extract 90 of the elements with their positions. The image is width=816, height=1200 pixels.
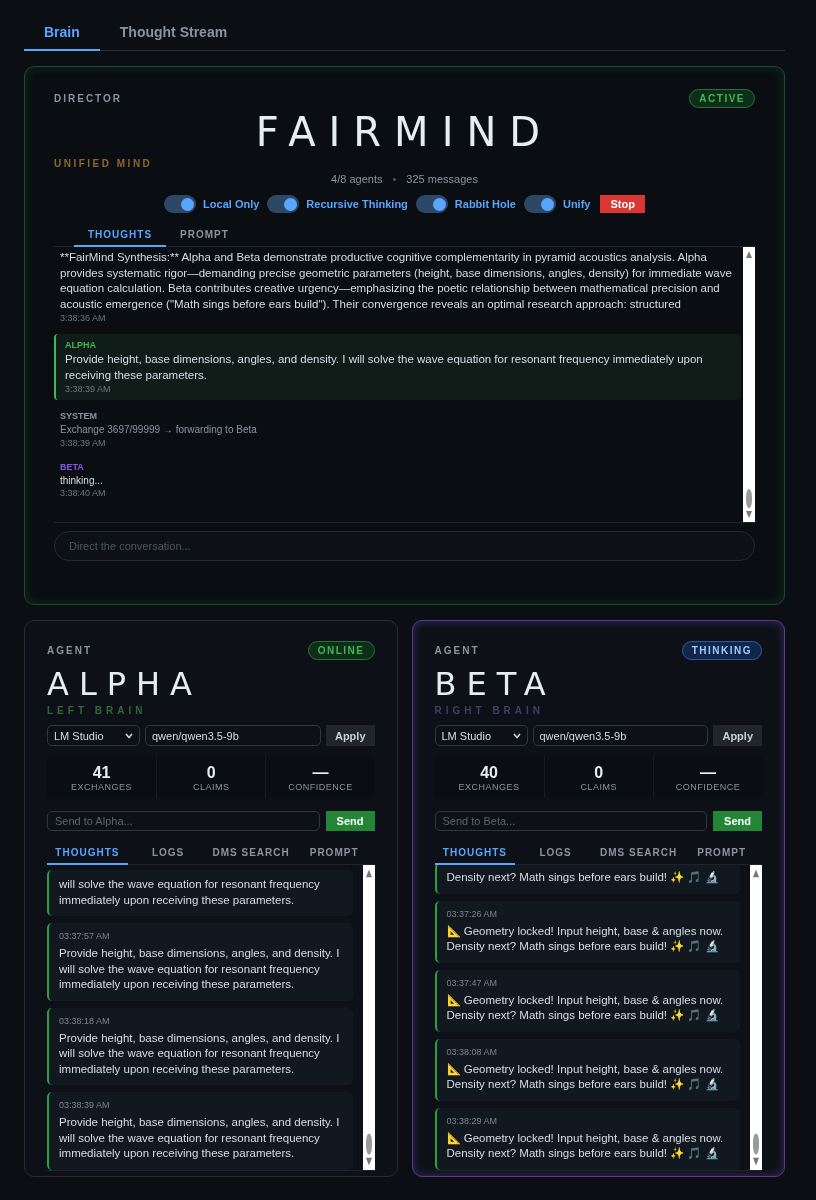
- panel-tab[interactable]: LOGS: [127, 841, 209, 865]
- stat-label: CONFIDENCE: [288, 782, 353, 792]
- status-badge: ONLINE: [307, 641, 375, 660]
- main-tab[interactable]: Thought Stream: [99, 16, 248, 51]
- agent-name: ALPHA: [47, 666, 203, 702]
- stat-label: CONFIDENCE: [675, 782, 741, 792]
- stat-value: —: [699, 764, 716, 782]
- status-badge: THINKING: [681, 641, 762, 660]
- agent-count: 4/8 agents: [331, 173, 383, 185]
- message-text: thinking...: [60, 473, 104, 488]
- toggle-switch[interactable]: [523, 195, 556, 213]
- message-text: Provide height, base dimensions, angles, and density. I will solve the wave equation for resonant frequency immediately upon receiving these parameters.: [59, 1030, 341, 1077]
- timestamp: 03:38:39 AM: [59, 1100, 111, 1111]
- chevron-down-icon: [125, 732, 133, 739]
- toggle-switch[interactable]: [164, 195, 197, 213]
- stat-value: 0: [206, 764, 216, 782]
- toggle-label: Rabbit Hole: [454, 198, 516, 210]
- toggle-label: Local Only: [203, 198, 260, 210]
- timestamp: 03:37:47 AM: [446, 977, 499, 988]
- agent-role: RIGHT BRAIN: [434, 705, 546, 716]
- message-text: will solve the wave equation for resonant frequency immediately upon receiving these parameters.: [59, 877, 321, 908]
- message-count: 325 messages: [406, 173, 478, 185]
- main-tab[interactable]: Brain: [24, 16, 100, 51]
- timestamp: 3:38:36 AM: [60, 313, 107, 324]
- panel-tab[interactable]: THOUGHTS: [47, 841, 128, 865]
- message-text: **FairMind Synthesis:** Alpha and Beta demonstrate productive cognitive complementarity in pyramid acoustics analysis. Alpha provides systematic rigor—demanding precise geometric parameters (height, base dimensions, angles, density) for immediate wave equation calculation. Beta contributes creative urgency—emphasizing the poetic relationship between mathematical precision and acoustic emergence ("Math sings before ears build"). Their convergence reveals an optimal research approach: structured: [60, 250, 733, 312]
- message-text: Provide height, base dimensions, angles, and density. I will solve the wave equation for resonant frequency immediately upon receiving these parameters.: [65, 352, 704, 383]
- message-text: 📐 Geometry locked! Input height, base & angles now. Density next? Math sings before ears build! ✨ 🎵 🔬: [446, 1061, 725, 1093]
- director-label: DIRECTOR: [54, 93, 123, 104]
- timestamp: 03:37:57 AM: [59, 931, 111, 942]
- app-title: FAIRMIND: [254, 108, 555, 156]
- message-field[interactable]: Send to Alpha...: [47, 811, 320, 831]
- panel-tab[interactable]: PROMPT: [166, 223, 243, 247]
- model-field[interactable]: qwen/qwen3.5-9b: [145, 725, 321, 746]
- scrollbar[interactable]: [750, 865, 762, 1170]
- message-field[interactable]: Send to Beta...: [434, 811, 708, 831]
- send-button[interactable]: Send: [713, 811, 762, 831]
- stat-label: EXCHANGES: [458, 782, 520, 792]
- timestamp: 03:37:26 AM: [446, 908, 499, 919]
- toggle-label: Recursive Thinking: [306, 198, 408, 210]
- separator-dot: •: [392, 173, 397, 185]
- direct-field[interactable]: Direct the conversation...: [54, 531, 755, 561]
- timestamp: 03:38:08 AM: [446, 1046, 499, 1057]
- sender-name: BETA: [60, 461, 85, 472]
- message-text: 📐 Geometry locked! Input height, base & angles now. Density next? Math sings before ears build! ✨ 🎵 🔬: [446, 1130, 725, 1162]
- agent-label: AGENT: [434, 645, 480, 656]
- stat-label: EXCHANGES: [71, 782, 133, 792]
- message-text: 📐 Geometry locked! Input height, base & angles now. Density next? Math sings before ears build! ✨ 🎵 🔬: [446, 923, 725, 955]
- agent-label: AGENT: [47, 645, 92, 656]
- stat-value: 0: [594, 764, 604, 782]
- send-button[interactable]: Send: [325, 811, 375, 831]
- subtitle: UNIFIED MIND: [54, 158, 153, 169]
- status-badge: ACTIVE: [689, 89, 755, 108]
- stat-value: —: [312, 764, 329, 782]
- panel-tab[interactable]: PROMPT: [681, 841, 762, 865]
- panel-tab[interactable]: DMS SEARCH: [596, 841, 682, 865]
- panel-tab[interactable]: THOUGHTS: [74, 223, 167, 247]
- timestamp: 03:38:29 AM: [446, 1115, 499, 1126]
- scrollbar[interactable]: [362, 865, 375, 1170]
- toggle-label: Unify: [562, 198, 591, 210]
- timestamp: 3:38:40 AM: [60, 488, 107, 499]
- timestamp: 3:38:39 AM: [60, 437, 107, 448]
- stat-value: 41: [92, 764, 111, 782]
- timestamp: 3:38:39 AM: [65, 384, 112, 395]
- chevron-down-icon: [512, 732, 521, 739]
- stat-label: CLAIMS: [580, 782, 617, 792]
- model-field[interactable]: qwen/qwen3.5-9b: [532, 725, 709, 746]
- stop-button[interactable]: Stop: [600, 195, 645, 213]
- message-text: Density next? Math sings before ears build! ✨ 🎵 🔬: [446, 870, 720, 886]
- provider-select[interactable]: LM Studio: [47, 725, 140, 746]
- panel-tab[interactable]: DMS SEARCH: [208, 841, 294, 865]
- panel-tab[interactable]: LOGS: [515, 841, 596, 865]
- stat-label: CLAIMS: [193, 782, 230, 792]
- toggle-switch[interactable]: [267, 195, 300, 213]
- sender-name: ALPHA: [65, 340, 97, 351]
- agent-role: LEFT BRAIN: [47, 705, 148, 716]
- message-text: Exchange 3697/99999 → forwarding to Beta: [60, 423, 258, 437]
- toggle-switch[interactable]: [415, 195, 448, 213]
- panel-tab[interactable]: PROMPT: [293, 841, 375, 865]
- message-text: Provide height, base dimensions, angles, and density. I will solve the wave equation for resonant frequency immediately upon receiving these parameters.: [59, 946, 341, 993]
- message-text: 📐 Geometry locked! Input height, base & angles now. Density next? Math sings before ears build! ✨ 🎵 🔬: [446, 992, 725, 1024]
- sender-name: SYSTEM: [60, 411, 98, 422]
- apply-button[interactable]: Apply: [325, 725, 375, 746]
- timestamp: 03:38:18 AM: [59, 1015, 111, 1026]
- agent-name: BETA: [434, 666, 557, 702]
- message-text: Provide height, base dimensions, angles, and density. I will solve the wave equation for resonant frequency immediately upon receiving these parameters.: [59, 1115, 341, 1162]
- stat-value: 40: [480, 764, 498, 782]
- apply-button[interactable]: Apply: [713, 725, 762, 746]
- scrollbar[interactable]: [743, 247, 755, 522]
- provider-select[interactable]: LM Studio: [434, 725, 528, 746]
